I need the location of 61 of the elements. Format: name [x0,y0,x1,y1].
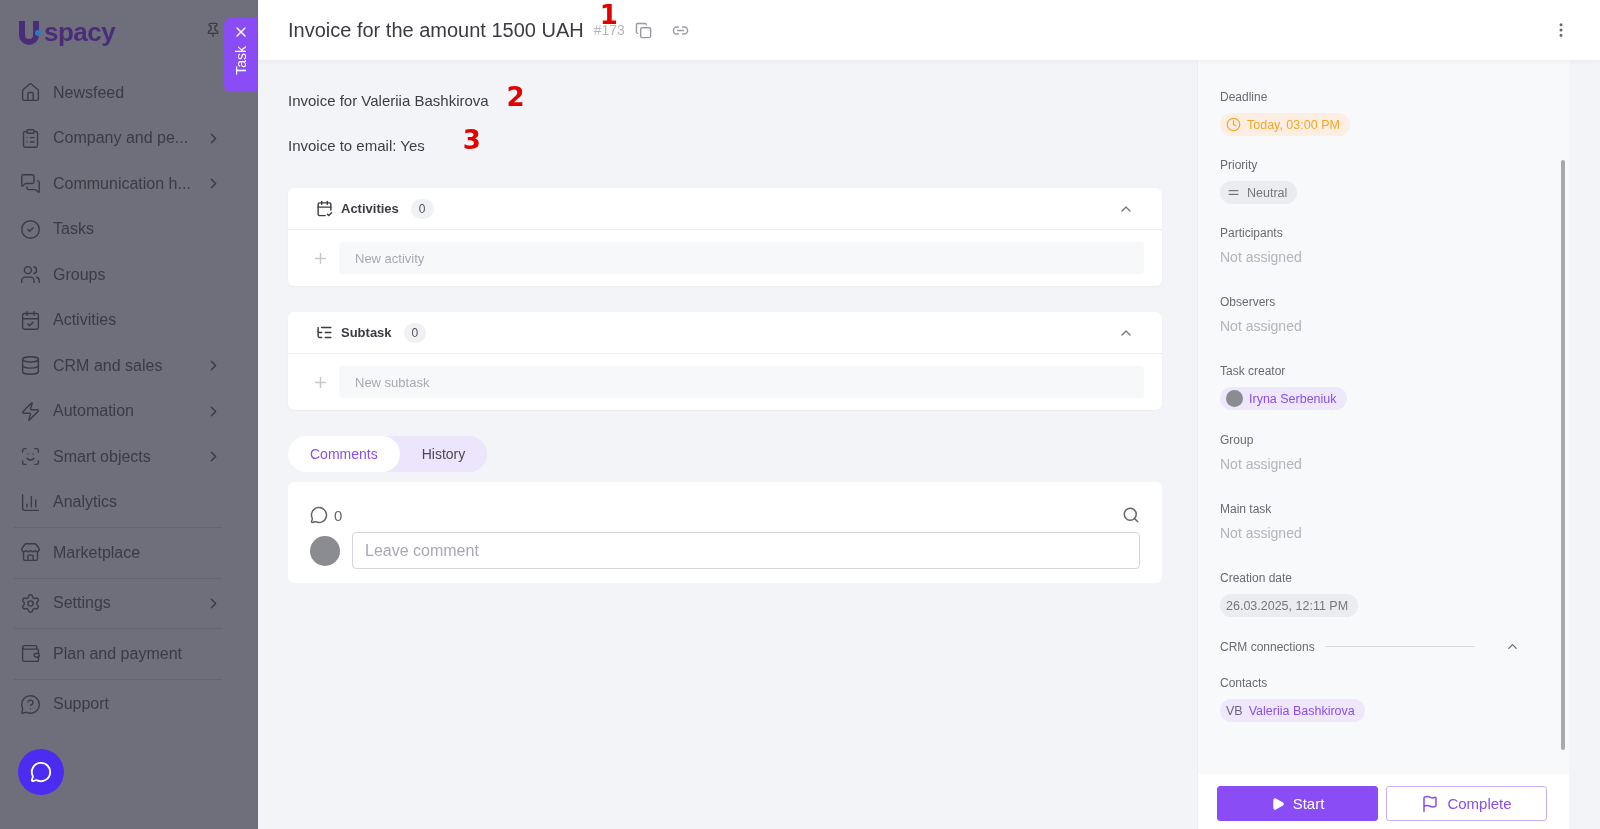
count-badge: 0 [410,198,434,219]
chat-icon [20,173,41,195]
play-icon [1270,796,1285,811]
action-button[interactable]: Complete [1386,786,1547,821]
annotation-number: 3 [462,125,481,155]
bar-chart-icon [20,491,41,513]
chat-button[interactable] [18,749,64,795]
field-label: Observers [1220,295,1277,309]
database-icon [20,355,41,377]
subtask-icon [316,324,333,341]
annotation-number: 2 [506,82,525,112]
value-chip[interactable]: 26.03.2025, 12:11 PM [1220,594,1359,617]
lightning-icon [20,400,41,422]
house-icon [20,82,41,104]
users-icon [20,264,41,286]
value-chip[interactable]: Today, 03:00 PM [1220,113,1350,136]
store-icon [20,542,41,564]
field-label: Participants [1220,226,1284,240]
flag-icon [1421,794,1440,813]
contact-chip[interactable]: VB Valeriia Bashkirova [1220,699,1365,722]
copy-icon[interactable] [634,21,652,39]
section-title: Subtask [341,325,392,340]
person-chip[interactable]: Iryna Serbeniuk [1220,387,1347,410]
field-label: Group [1220,433,1255,447]
settings-icon [20,592,41,614]
field-label: Creation date [1220,571,1294,585]
tab[interactable]: History [399,436,488,472]
check-circle-icon [20,218,41,240]
calendar-check-icon [316,200,333,217]
tab[interactable]: Comments [288,436,400,472]
pin-icon[interactable] [205,22,221,38]
empty-value: Not assigned [1220,318,1303,334]
empty-value: Not assigned [1220,456,1303,472]
action-button[interactable]: Start [1217,786,1378,821]
chat-icon [30,761,52,783]
logo-text: spacy [44,16,116,48]
calendar-check-icon [20,309,41,331]
avatar [310,535,340,566]
field-label: Deadline [1220,90,1269,104]
section-title: Activities [341,201,399,216]
help-icon [20,693,41,715]
empty-value: Not assigned [1220,525,1303,541]
task-title: Invoice for the amount 1500 UAH [288,18,584,42]
empty-value: Not assigned [1220,249,1303,265]
add-input-field[interactable]: New subtask [339,366,1144,398]
scan-icon [20,446,41,468]
field-label: Priority [1220,158,1259,172]
value-chip[interactable]: Neutral [1220,181,1298,204]
section-label: CRM connections [1220,639,1315,654]
count-badge: 0 [403,322,427,343]
add-input-field[interactable]: New activity [339,242,1144,274]
field-label: Task creator [1220,364,1287,378]
clock-icon [1226,117,1241,132]
comment-icon [310,506,328,524]
comment-input-field[interactable]: Leave comment [352,532,1140,569]
task-tab[interactable]: Task [224,18,258,92]
search-icon[interactable] [1122,506,1140,524]
comment-count: 0 [334,506,343,524]
field-label: Main task [1220,502,1273,516]
wallet-icon [20,643,41,665]
field-label: Contacts [1220,676,1269,690]
